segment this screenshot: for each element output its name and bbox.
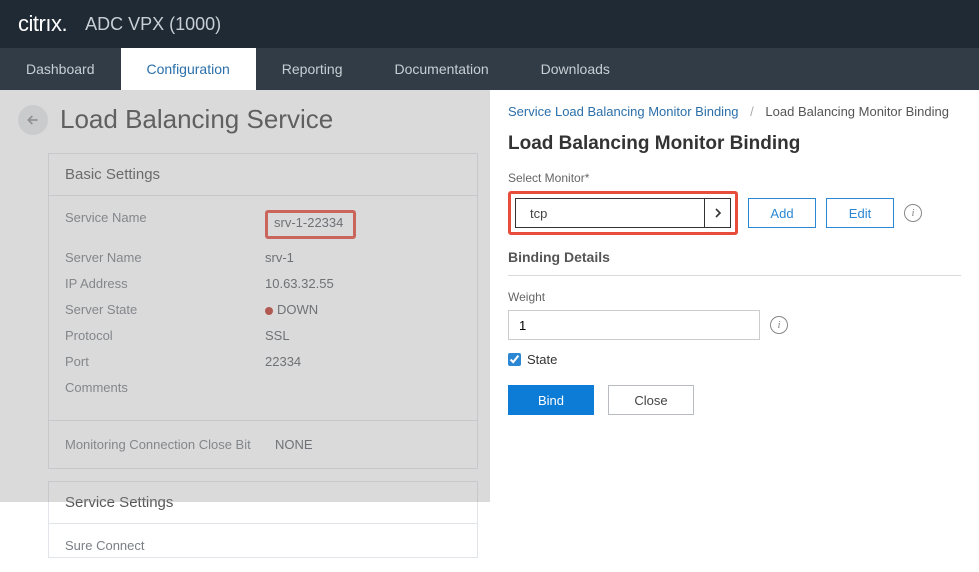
breadcrumb-sep: / [750, 104, 754, 119]
select-monitor-input[interactable]: tcp [515, 198, 731, 228]
logo: citrıx. [18, 11, 67, 37]
tab-downloads[interactable]: Downloads [515, 48, 636, 90]
tab-bar: Dashboard Configuration Reporting Docume… [0, 48, 979, 90]
select-monitor-value: tcp [516, 206, 704, 221]
port-value: 22334 [265, 354, 301, 369]
tab-documentation[interactable]: Documentation [368, 48, 514, 90]
protocol-label: Protocol [65, 328, 265, 343]
server-name-label: Server Name [65, 250, 265, 265]
info-icon[interactable]: i [770, 316, 788, 334]
close-button[interactable]: Close [608, 385, 694, 415]
service-settings-header: Service Settings [49, 482, 477, 524]
ip-address-label: IP Address [65, 276, 265, 291]
service-name-value: srv-1-22334 [274, 215, 343, 230]
breadcrumb-link[interactable]: Service Load Balancing Monitor Binding [508, 104, 739, 119]
binding-details-label: Binding Details [508, 249, 961, 265]
service-name-highlight: srv-1-22334 [265, 210, 356, 239]
mcb-value: NONE [275, 437, 313, 452]
back-icon[interactable] [18, 105, 48, 135]
edit-button[interactable]: Edit [826, 198, 894, 228]
server-state-label: Server State [65, 302, 265, 317]
bind-button[interactable]: Bind [508, 385, 594, 415]
weight-label: Weight [508, 290, 961, 304]
top-bar: citrıx. ADC VPX (1000) [0, 0, 979, 48]
comments-label: Comments [65, 380, 265, 395]
state-label: State [527, 352, 557, 367]
breadcrumb: Service Load Balancing Monitor Binding /… [508, 104, 961, 119]
tab-reporting[interactable]: Reporting [256, 48, 369, 90]
select-monitor-highlight: tcp [508, 191, 738, 235]
mcb-label: Monitoring Connection Close Bit [65, 437, 275, 452]
ip-address-value: 10.63.32.55 [265, 276, 334, 291]
product-name: ADC VPX (1000) [85, 14, 221, 35]
basic-settings-header: Basic Settings [49, 154, 477, 196]
weight-input[interactable] [508, 310, 760, 340]
basic-settings-card: Basic Settings Service Name srv-1-22334 … [48, 153, 478, 469]
port-label: Port [65, 354, 265, 369]
sure-connect-label: Sure Connect [65, 538, 265, 553]
server-state-value: DOWN [265, 302, 318, 317]
side-panel: Service Load Balancing Monitor Binding /… [489, 90, 979, 502]
tab-dashboard[interactable]: Dashboard [0, 48, 121, 90]
info-icon[interactable]: i [904, 204, 922, 222]
service-name-label: Service Name [65, 210, 265, 239]
add-button[interactable]: Add [748, 198, 816, 228]
panel-title: Load Balancing Monitor Binding [508, 133, 961, 155]
tab-configuration[interactable]: Configuration [121, 48, 256, 90]
protocol-value: SSL [265, 328, 290, 343]
page-title: Load Balancing Service [60, 104, 333, 135]
breadcrumb-current: Load Balancing Monitor Binding [765, 104, 949, 119]
state-checkbox[interactable] [508, 353, 521, 366]
server-name-value: srv-1 [265, 250, 294, 265]
select-monitor-label: Select Monitor* [508, 171, 961, 185]
chevron-right-icon[interactable] [704, 199, 730, 227]
service-settings-card: Service Settings Sure Connect [48, 481, 478, 558]
divider [508, 275, 961, 276]
